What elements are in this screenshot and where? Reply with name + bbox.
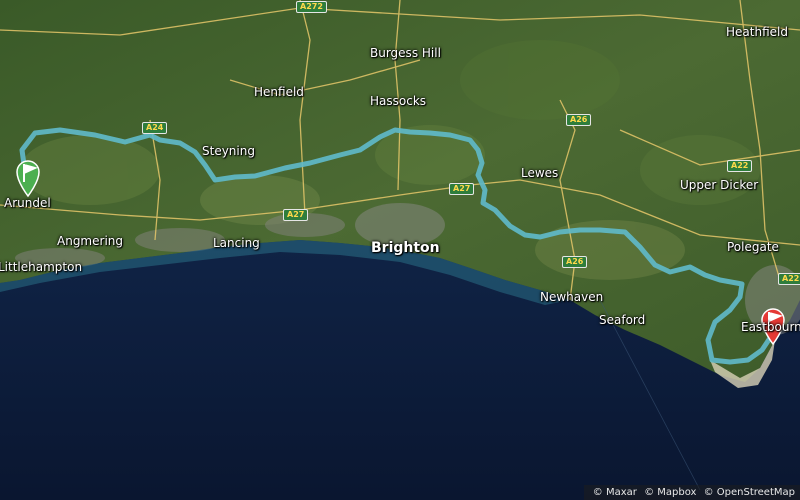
label-upper-dicker: Upper Dicker [680, 178, 759, 192]
label-eastbourne: Eastbourne [741, 320, 800, 334]
attribution-osm-link[interactable]: © OpenStreetMap [704, 487, 795, 498]
label-newhaven: Newhaven [540, 290, 604, 304]
road-shield-a26-north: A26 [566, 114, 592, 126]
label-brighton: Brighton [371, 240, 440, 256]
label-lancing: Lancing [213, 236, 260, 250]
attribution-mapbox-link[interactable]: © Mapbox [644, 487, 696, 498]
label-polegate: Polegate [727, 240, 779, 254]
road-shield-a22: A22 [727, 160, 753, 172]
road-shield-a272: A272 [296, 1, 327, 13]
label-henfield: Henfield [254, 85, 304, 99]
label-arundel: Arundel [4, 196, 51, 210]
attribution-maxar-link[interactable]: © Maxar [593, 487, 637, 498]
label-seaford: Seaford [599, 313, 646, 327]
road-shield-a22-east: A22 [778, 273, 800, 285]
map-attribution: © Maxar © Mapbox © OpenStreetMap [583, 485, 800, 500]
road-shield-a27-east: A27 [449, 183, 475, 195]
label-angmering: Angmering [57, 234, 123, 248]
road-shield-a27-west: A27 [283, 209, 309, 221]
label-heathfield: Heathfield [726, 25, 788, 39]
label-littlehampton: Littlehampton [0, 260, 83, 274]
road-shield-a24: A24 [142, 122, 168, 134]
road-shield-a26-south: A26 [562, 256, 588, 268]
map-view[interactable]: Arundel Littlehampton Angmering Lancing … [0, 0, 800, 500]
label-burgess-hill: Burgess Hill [370, 46, 441, 60]
label-steyning: Steyning [202, 144, 255, 158]
label-lewes: Lewes [521, 166, 559, 180]
label-hassocks: Hassocks [370, 94, 427, 108]
